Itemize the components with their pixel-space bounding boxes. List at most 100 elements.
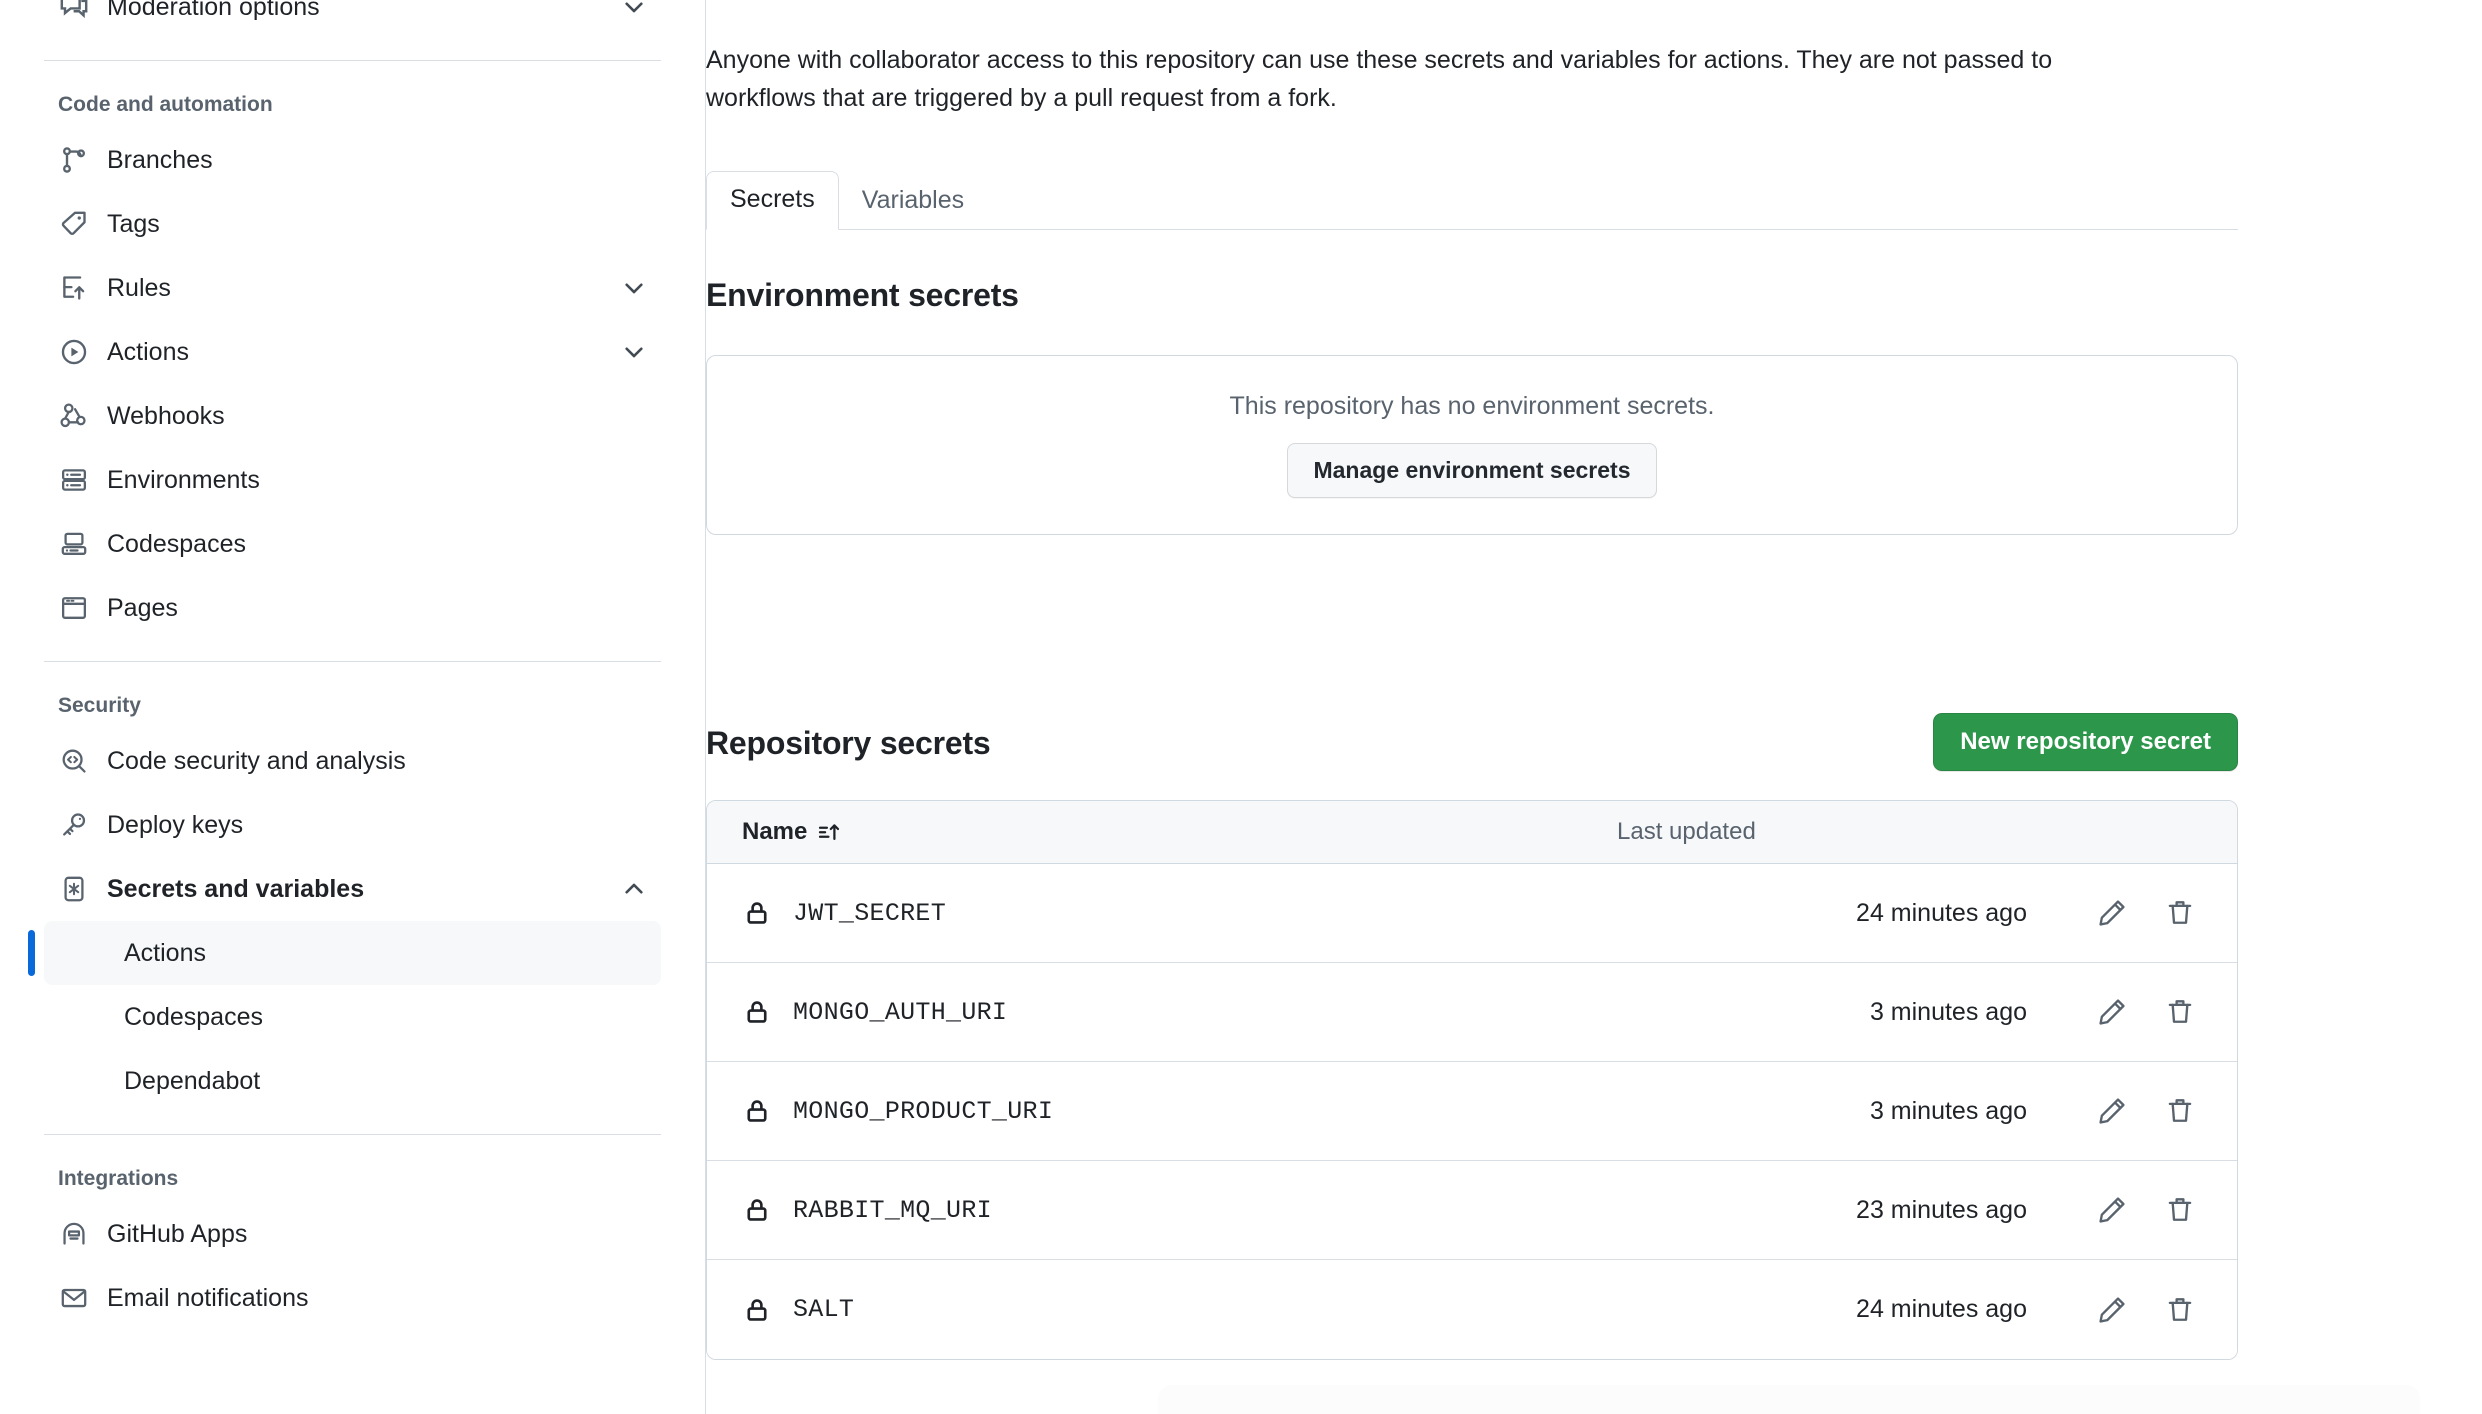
repository-secrets-table: Name Last updated JWT_SECRET 24 minutes … [706,800,2238,1360]
secret-last-updated: 24 minutes ago [1856,898,2027,927]
column-header-last-updated: Last updated [1617,818,1756,845]
sidebar-item-codespaces[interactable]: Codespaces [44,512,661,576]
sidebar-item-secrets-actions[interactable]: Actions [28,921,661,985]
secret-last-updated: 3 minutes ago [1869,1096,2027,1125]
sidebar-section-code-and-automation: Code and automation [58,93,273,116]
chevron-up-icon [621,876,647,902]
trash-icon[interactable] [2158,1089,2202,1133]
pencil-icon[interactable] [2090,891,2134,935]
main-content: Anyone with collaborator access to this … [706,0,2482,1414]
rules-icon [58,272,90,304]
sidebar-item-secrets-codespaces[interactable]: Codespaces [44,985,661,1049]
secret-name: MONGO_AUTH_URI [793,997,1008,1027]
sidebar-divider [44,1134,661,1135]
sidebar-item-branches[interactable]: Branches [44,128,661,192]
secret-name: RABBIT_MQ_URI [793,1195,992,1225]
chevron-down-icon [621,339,647,365]
sidebar-item-label: Codespaces [124,1002,263,1031]
sidebar-divider [44,661,661,662]
sidebar-item-secrets-and-variables[interactable]: Secrets and variables [44,857,661,921]
settings-sidebar: Moderation options Code and automation B… [0,0,706,1414]
sidebar-item-deploy-keys[interactable]: Deploy keys [44,793,661,857]
lock-icon [742,898,772,928]
sidebar-item-label: Environments [107,465,260,494]
trash-icon[interactable] [2158,1188,2202,1232]
mail-icon [58,1282,90,1314]
sort-asc-icon[interactable] [817,820,841,844]
lock-icon [742,997,772,1027]
pencil-icon[interactable] [2090,990,2134,1034]
sidebar-item-label: Deploy keys [107,810,244,839]
page-footer-panel [1158,1385,2420,1414]
secret-name: MONGO_PRODUCT_URI [793,1096,1054,1126]
sidebar-item-actions[interactable]: Actions [44,320,661,384]
comment-discussion-icon [58,0,90,23]
secrets-variables-tabnav: Secrets Variables [706,158,2238,230]
secret-name: SALT [793,1295,855,1324]
sidebar-item-rules[interactable]: Rules [44,256,661,320]
repository-secrets-heading: Repository secrets [706,725,991,761]
sidebar-item-secrets-dependabot[interactable]: Dependabot [44,1049,661,1113]
sidebar-item-pages[interactable]: Pages [44,576,661,640]
sidebar-item-label: Branches [107,145,213,174]
table-row[interactable]: JWT_SECRET 24 minutes ago [707,864,2237,963]
sidebar-item-moderation-options[interactable]: Moderation options [44,0,661,39]
secret-last-updated: 24 minutes ago [1856,1295,2027,1323]
sidebar-item-tags[interactable]: Tags [44,192,661,256]
sidebar-item-code-security-and-analysis[interactable]: Code security and analysis [44,729,661,793]
lock-icon [742,1295,772,1325]
github-apps-icon [58,1218,90,1250]
column-header-name[interactable]: Name [742,818,841,846]
secret-last-updated: 23 minutes ago [1856,1195,2027,1224]
sidebar-item-environments[interactable]: Environments [44,448,661,512]
sidebar-item-label: Moderation options [107,0,320,21]
sidebar-item-label: Actions [107,337,189,366]
sidebar-item-label: Webhooks [107,401,225,430]
sidebar-item-label: Codespaces [107,529,246,558]
tab-variables[interactable]: Variables [839,173,987,230]
sidebar-section-integrations: Integrations [58,1167,179,1190]
browser-icon [58,592,90,624]
environment-secrets-heading: Environment secrets [706,277,1019,313]
trash-icon[interactable] [2158,990,2202,1034]
sidebar-item-label: Tags [107,209,160,238]
sidebar-item-label: Secrets and variables [107,874,365,903]
chevron-down-icon [621,0,647,20]
sidebar-item-github-apps[interactable]: GitHub Apps [44,1202,661,1266]
sidebar-section-security: Security [58,694,141,717]
settings-page: Moderation options Code and automation B… [0,0,2482,1414]
webhook-icon [58,400,90,432]
table-row[interactable]: MONGO_PRODUCT_URI 3 minutes ago [707,1062,2237,1161]
table-row[interactable]: RABBIT_MQ_URI 23 minutes ago [707,1161,2237,1260]
asterisk-key-icon [58,873,90,905]
pencil-icon[interactable] [2090,1188,2134,1232]
table-body: JWT_SECRET 24 minutes ago MONGO_AUTH_URI… [707,864,2237,1359]
server-icon [58,464,90,496]
table-header-row: Name Last updated [707,801,2237,864]
new-repository-secret-button[interactable]: New repository secret [1933,713,2238,771]
pencil-icon[interactable] [2090,1089,2134,1133]
key-icon [58,809,90,841]
sidebar-item-webhooks[interactable]: Webhooks [44,384,661,448]
sidebar-divider [44,60,661,61]
trash-icon[interactable] [2158,1288,2202,1332]
lock-icon [742,1096,772,1126]
sidebar-item-label: Code security and analysis [107,746,406,775]
secret-name: JWT_SECRET [793,898,947,928]
pencil-icon[interactable] [2090,1288,2134,1332]
sidebar-item-email-notifications[interactable]: Email notifications [44,1266,661,1330]
column-header-name-label: Name [742,818,808,845]
sidebar-item-label: GitHub Apps [107,1219,248,1248]
table-row[interactable]: MONGO_AUTH_URI 3 minutes ago [707,963,2237,1062]
secret-last-updated: 3 minutes ago [1869,997,2027,1026]
lock-icon [742,1195,772,1225]
environment-secrets-empty-message: This repository has no environment secre… [1229,392,1715,420]
table-row[interactable]: SALT 24 minutes ago [707,1260,2237,1359]
manage-environment-secrets-button[interactable]: Manage environment secrets [1287,443,1657,498]
tab-secrets[interactable]: Secrets [706,171,839,230]
sidebar-item-label: Pages [107,593,178,622]
codespaces-icon [58,528,90,560]
trash-icon[interactable] [2158,891,2202,935]
sidebar-item-label: Actions [124,938,206,967]
sidebar-item-label: Rules [107,273,171,302]
